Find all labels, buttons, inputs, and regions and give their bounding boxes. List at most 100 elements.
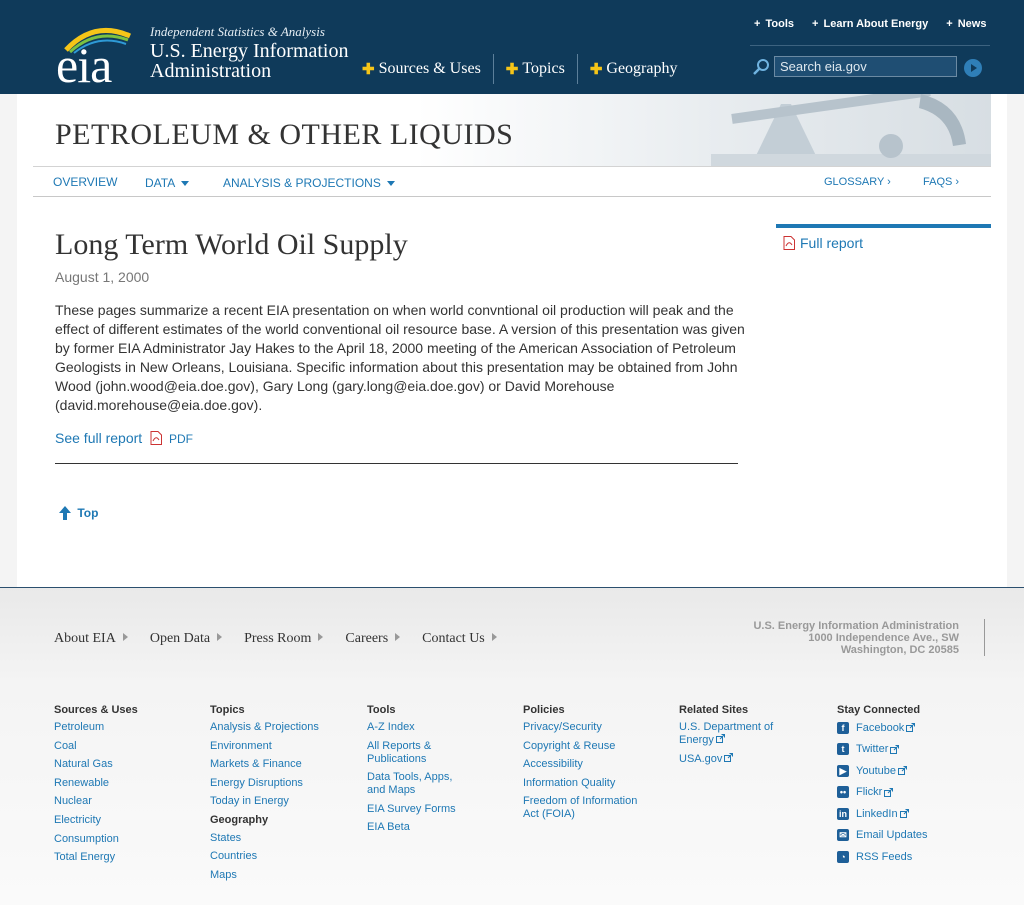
main-nav: ✚ Sources & Uses ✚ Topics ✚ Geography [350,54,689,84]
main-content: PETROLEUM & OTHER LIQUIDS OVERVIEW DATA … [17,94,1007,588]
footer-nav-press-room[interactable]: Press Room [244,631,324,647]
eia-logo[interactable]: eia [56,22,136,90]
footer-link[interactable]: Renewable [54,777,138,790]
email-icon: ✉ [837,829,849,841]
footer-nav-careers[interactable]: Careers [345,631,401,647]
social-twitter[interactable]: t Twitter [837,743,928,756]
social-youtube[interactable]: ▶ Youtube [837,764,928,777]
footer-subheading: Geography [210,813,269,826]
external-link-icon [897,766,907,775]
footer-link[interactable]: Information Quality [523,777,653,790]
arrow-right-icon [491,633,497,641]
social-linkedin[interactable]: in LinkedIn [837,807,928,820]
footer-link[interactable]: Accessibility [523,758,653,771]
see-full-report-link[interactable]: See full report [55,430,142,446]
footer-link[interactable]: All Reports & Publications [367,740,467,766]
site-header: eia Independent Statistics & Analysis U.… [0,0,1024,94]
search-input[interactable] [774,56,957,77]
util-nav-tools[interactable]: + Tools [754,18,794,30]
external-link-icon [884,787,894,797]
footer-link[interactable]: Freedom of Information Act (FOIA) [523,795,653,821]
subnav-faqs[interactable]: FAQS › [923,176,959,188]
external-link-icon [890,744,900,754]
footer-link[interactable]: Electricity [54,814,138,827]
main-nav-sources-uses[interactable]: ✚ Sources & Uses [350,54,493,84]
footer-link[interactable]: Total Energy [54,851,138,864]
footer-col-title: Sources & Uses [54,704,138,716]
utility-nav: + Tools + Learn About Energy + News [754,18,986,30]
pdf-link[interactable]: PDF [169,432,193,446]
external-link-icon [715,734,725,743]
plus-icon: ✚ [362,61,375,78]
footer-link-usagov[interactable]: USA.gov [679,752,799,766]
social-facebook[interactable]: f Facebook [837,721,928,734]
footer-link[interactable]: EIA Beta [367,821,467,834]
twitter-icon: t [837,743,849,755]
subnav-glossary[interactable]: GLOSSARY › [824,176,891,188]
site-footer: About EIA Open Data Press Room Careers C… [0,588,1024,905]
main-nav-geography[interactable]: ✚ Geography [576,54,690,84]
footer-col-topics: Topics Analysis & Projections Environmen… [210,704,319,887]
footer-link[interactable]: Petroleum [54,721,138,734]
footer-col-connect: Stay Connected f Facebook t Twitter ▶ Youtu… [837,704,928,872]
main-nav-topics[interactable]: ✚ Topics [492,54,577,84]
footer-link[interactable]: Environment [210,740,319,753]
footer-link[interactable]: States [210,832,319,845]
external-link-icon [899,809,909,818]
footer-link[interactable]: Consumption [54,833,138,846]
pumpjack-image [711,94,991,166]
rss-icon: ◔ [837,850,849,863]
external-link-icon [724,752,734,762]
footer-link[interactable]: Natural Gas [54,758,138,771]
footer-link[interactable]: Maps [210,869,319,882]
agency-name-line2: Administration [150,60,272,82]
footer-col-title: Stay Connected [837,704,921,716]
social-email[interactable]: ✉ Email Updates [837,829,928,842]
divider [984,619,985,656]
section-title: PETROLEUM & OTHER LIQUIDS [55,118,514,151]
footer-link[interactable]: A-Z Index [367,721,467,734]
footer-link[interactable]: Countries [210,850,319,863]
social-flickr[interactable]: •• Flickr [837,786,928,799]
subnav-analysis[interactable]: ANALYSIS & PROJECTIONS [223,176,395,190]
util-nav-learn[interactable]: + Learn About Energy [812,18,928,30]
back-to-top-link[interactable]: Top [59,506,98,520]
footer-col-related: Related Sites U.S. Department of Energy … [679,704,799,771]
footer-link[interactable]: Energy Disruptions [210,777,319,790]
arrow-right-icon [217,633,223,641]
divider [55,463,738,464]
footer-link[interactable]: Data Tools, Apps, and Maps [367,771,467,797]
sidebar-full-report-link[interactable]: Full report [783,235,863,251]
section-subnav: OVERVIEW DATA ANALYSIS & PROJECTIONS GLO… [33,166,991,197]
social-rss[interactable]: ◔ RSS Feeds [837,850,928,863]
search-go-icon[interactable] [964,59,982,77]
section-banner: PETROLEUM & OTHER LIQUIDS [33,94,991,166]
arrow-right-icon [318,633,324,641]
plus-icon: ✚ [505,61,519,78]
flickr-icon: •• [837,786,849,798]
footer-link-doe[interactable]: U.S. Department of Energy [679,721,799,747]
subnav-overview[interactable]: OVERVIEW [53,175,117,189]
footer-nav-open-data[interactable]: Open Data [150,631,223,647]
footer-link[interactable]: Nuclear [54,795,138,808]
footer-nav-about[interactable]: About EIA [54,631,128,647]
footer-link[interactable]: Today in Energy [210,795,319,808]
footer-col-policies: Policies Privacy/Security Copyright & Re… [523,704,653,827]
footer-nav-contact[interactable]: Contact Us [422,631,497,647]
subnav-data[interactable]: DATA [145,176,190,190]
article-title: Long Term World Oil Supply [55,228,408,261]
footer-link[interactable]: Copyright & Reuse [523,740,653,753]
arrow-right-icon [395,633,401,641]
footer-link[interactable]: Privacy/Security [523,721,653,734]
util-nav-news[interactable]: + News [946,18,986,30]
tagline: Independent Statistics & Analysis [150,24,325,39]
footer-link[interactable]: EIA Survey Forms [367,803,467,816]
footer-link[interactable]: Markets & Finance [210,758,319,771]
arrow-right-icon [122,633,128,641]
footer-col-title: Topics [210,704,245,716]
pdf-icon [783,236,795,250]
footer-col-tools: Tools A-Z Index All Reports & Publicatio… [367,704,467,840]
footer-link[interactable]: Analysis & Projections [210,721,319,734]
facebook-icon: f [837,721,849,734]
footer-link[interactable]: Coal [54,740,138,753]
